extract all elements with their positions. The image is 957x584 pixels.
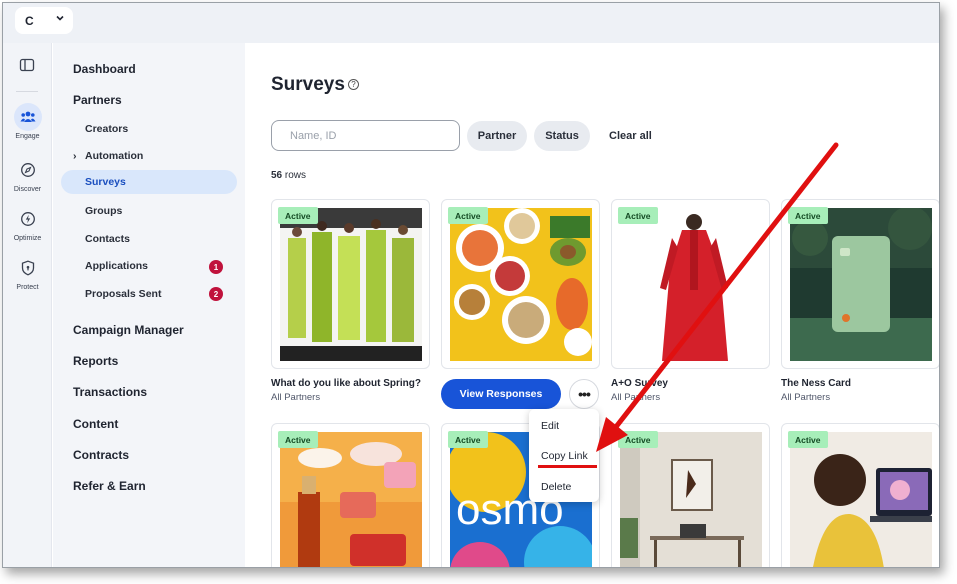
survey-card[interactable]: Active	[781, 199, 939, 369]
search-input[interactable]	[271, 120, 460, 151]
nav-proposals-sent[interactable]: Proposals Sent	[85, 288, 161, 300]
survey-image	[790, 208, 932, 361]
rail-item-protect[interactable]: Protect	[3, 254, 52, 291]
survey-card[interactable]: Active	[781, 423, 939, 567]
nav-groups[interactable]: Groups	[85, 205, 122, 217]
nav-refer-earn[interactable]: Refer & Earn	[73, 479, 146, 493]
main-content: Surveys ? Partner Status Clear all 56 ro…	[246, 43, 939, 567]
rail-item-discover[interactable]: Discover	[3, 156, 52, 193]
survey-card[interactable]: Active	[441, 199, 600, 369]
survey-audience: All Partners	[781, 392, 831, 403]
nav-applications[interactable]: Applications	[85, 260, 148, 272]
rail-label: Optimize	[13, 235, 42, 242]
status-badge: Active	[788, 207, 828, 224]
survey-image	[620, 432, 762, 567]
card-options-menu: Edit Copy Link Delete	[529, 409, 599, 502]
workspace-label: C	[25, 13, 34, 28]
rail-label: Engage	[15, 133, 40, 140]
chevron-right-icon: ›	[73, 150, 77, 162]
shield-icon	[21, 260, 34, 276]
proposals-count-badge: 2	[209, 287, 223, 301]
nav-partners[interactable]: Partners	[73, 93, 122, 107]
nav-surveys-label: Surveys	[85, 176, 126, 188]
nav-reports[interactable]: Reports	[73, 354, 118, 368]
nav-contracts[interactable]: Contracts	[73, 448, 129, 462]
rail-label: Protect	[16, 284, 39, 291]
status-badge: Active	[448, 207, 488, 224]
rail-divider	[16, 91, 38, 92]
survey-title: A+O Survey	[611, 378, 668, 389]
survey-image	[280, 432, 422, 567]
nav-surveys[interactable]: Surveys	[61, 170, 237, 194]
chevron-down-icon	[56, 15, 64, 21]
survey-title: What do you like about Spring?	[271, 378, 421, 389]
rail-item-engage[interactable]: Engage	[3, 103, 52, 140]
survey-card[interactable]: Active	[611, 423, 770, 567]
nav-campaign-manager[interactable]: Campaign Manager	[73, 323, 184, 337]
more-options-button[interactable]: •••	[569, 379, 599, 409]
nav-contacts[interactable]: Contacts	[85, 233, 130, 245]
menu-item-copy-link[interactable]: Copy Link	[541, 450, 588, 462]
icon-rail: Engage Discover Optimize Protect	[3, 43, 52, 567]
status-badge: Active	[618, 207, 658, 224]
survey-audience: All Partners	[611, 392, 661, 403]
status-badge: Active	[448, 431, 488, 448]
people-icon	[20, 111, 35, 122]
row-count-unit: rows	[284, 170, 307, 181]
survey-card[interactable]: Active	[271, 423, 430, 567]
top-bar: C	[3, 3, 939, 43]
survey-image	[450, 208, 592, 361]
rail-item-optimize[interactable]: Optimize	[3, 205, 52, 242]
nav-transactions[interactable]: Transactions	[73, 385, 147, 399]
survey-title: The Ness Card	[781, 378, 852, 389]
menu-item-edit[interactable]: Edit	[541, 420, 559, 432]
nav-content[interactable]: Content	[73, 417, 118, 431]
nav-automation[interactable]: › Automation	[73, 150, 143, 162]
page-title: Surveys	[271, 74, 345, 95]
clear-all-button[interactable]: Clear all	[609, 130, 652, 142]
annotation-underline	[538, 465, 597, 468]
view-responses-button[interactable]: View Responses	[441, 379, 561, 409]
menu-item-delete[interactable]: Delete	[541, 481, 571, 493]
workspace-switcher[interactable]: C	[15, 7, 73, 34]
nav-automation-label: Automation	[85, 150, 144, 162]
nav-dashboard[interactable]: Dashboard	[73, 62, 136, 76]
status-badge: Active	[278, 207, 318, 224]
survey-audience: All Partners	[271, 392, 321, 403]
bolt-icon	[20, 212, 35, 226]
app-window: C Engage Discover Optimize Protect Dashb…	[2, 2, 940, 568]
row-count: 56 rows	[271, 170, 306, 181]
sidebar-toggle-icon[interactable]	[19, 57, 35, 73]
status-badge: Active	[618, 431, 658, 448]
status-badge: Active	[278, 431, 318, 448]
rail-label: Discover	[13, 186, 42, 193]
survey-card[interactable]: Active	[611, 199, 770, 369]
survey-image	[790, 432, 932, 567]
survey-card[interactable]: Active	[271, 199, 430, 369]
survey-image	[620, 208, 762, 361]
survey-image	[280, 208, 422, 361]
nav-creators[interactable]: Creators	[85, 123, 128, 135]
partner-filter-button[interactable]: Partner	[467, 121, 527, 151]
row-count-value: 56	[271, 170, 283, 181]
status-filter-button[interactable]: Status	[534, 121, 590, 151]
compass-icon	[20, 163, 35, 177]
sidebar-nav: Dashboard Partners Creators › Automation …	[53, 43, 245, 567]
status-badge: Active	[788, 431, 828, 448]
help-icon[interactable]: ?	[348, 79, 359, 90]
applications-count-badge: 1	[209, 260, 223, 274]
